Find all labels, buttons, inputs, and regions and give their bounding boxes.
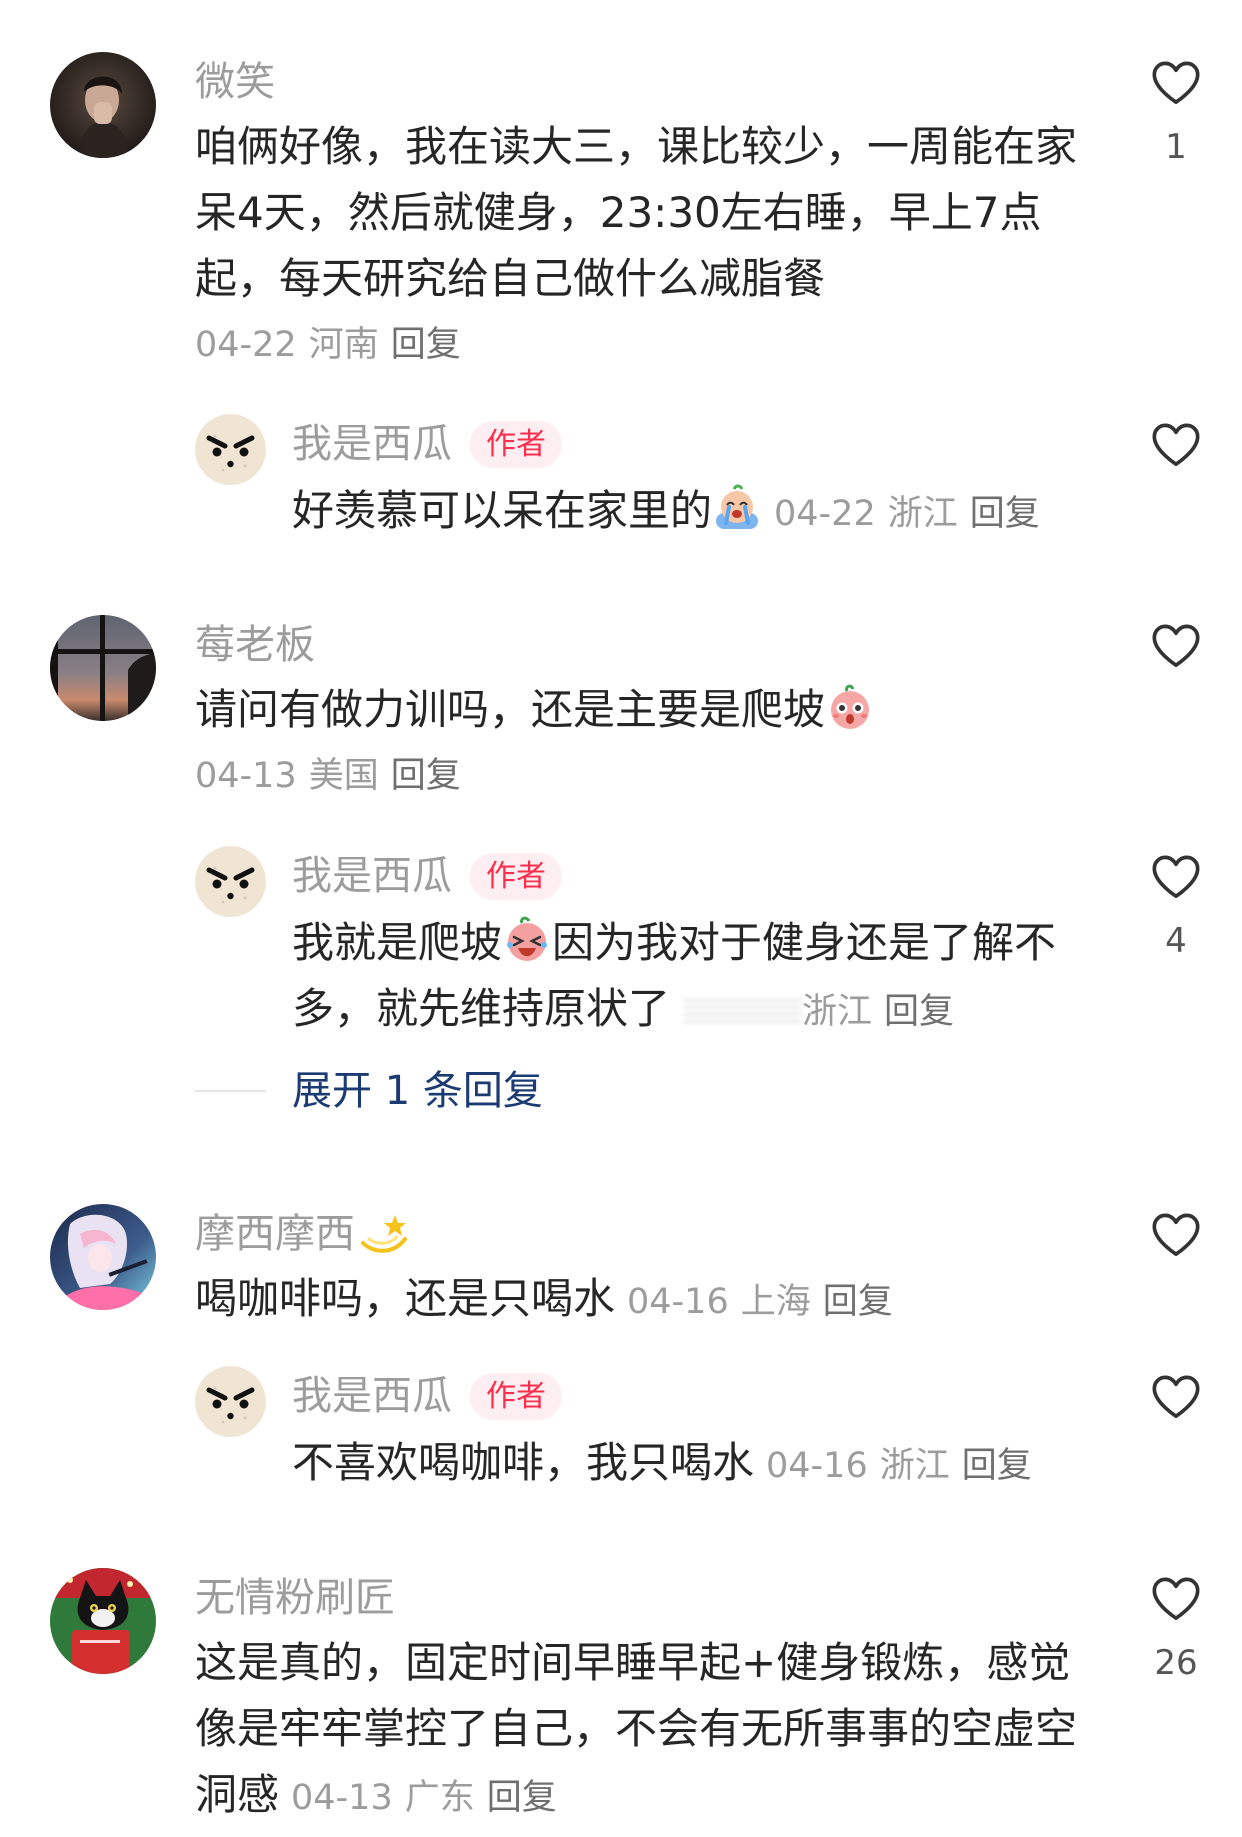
comment-text-line: 起，每天研究给自己做什么减脂餐 (195, 254, 826, 303)
reply-location: 浙江 (802, 992, 873, 1032)
reply-text-segment: 不喜欢喝咖啡，我只喝水 (292, 1438, 755, 1487)
reply-content: 我是西瓜 作者 好羡慕可以呆在家里的 04-22 浙江 回复 (292, 414, 1122, 544)
comment-text[interactable]: 咱俩好像，我在读大三，课比较少，一周能在家 呆4天，然后就健身，23:30左右睡… (195, 114, 1115, 378)
expand-replies-button[interactable]: 展开 1 条回复 (292, 1058, 543, 1124)
comment-text-line: 像是牢牢掌控了自己，不会有无所事事的空虚空 (195, 1704, 1078, 1753)
author-badge: 作者 (470, 420, 562, 468)
expand-replies-row: 展开 1 条回复 (0, 1058, 1242, 1124)
comment-author-name[interactable]: 无情粉刷匠 (195, 1568, 395, 1628)
reply-button[interactable]: 回复 (487, 1778, 557, 1818)
comment-text[interactable]: 请问有做力训吗，还是主要是爬坡 04-13 美国 回复 (195, 677, 1115, 809)
comment-author-name[interactable]: 摩西摩西 (195, 1204, 355, 1264)
reply-text-segment: 好羡慕可以呆在家里的 (292, 486, 713, 535)
comment-text-segment: 喝咖啡吗，还是只喝水 (195, 1274, 616, 1323)
reply-author-name[interactable]: 我是西瓜 (292, 846, 452, 906)
dizzy-star-icon (359, 1209, 409, 1259)
reply-text-line: 多，就先维持原状了 浙江 回复 (292, 976, 1122, 1042)
comment-meta: 04-22 河南 回复 (195, 312, 1115, 378)
comment-content: 微笑 咱俩好像，我在读大三，课比较少，一周能在家 呆4天，然后就健身，23:30… (195, 52, 1115, 378)
comment-text-segment: 请问有做力训吗，还是主要是爬坡 (195, 685, 826, 734)
reply-text[interactable]: 不喜欢喝咖啡，我只喝水 04-16 浙江 回复 (292, 1430, 1122, 1496)
comment-text-line: 呆4天，然后就健身，23:30左右睡，早上7点 (195, 188, 1042, 237)
heart-outline-icon[interactable] (1150, 1574, 1202, 1622)
like-count: 4 (1165, 921, 1187, 961)
author-avatar[interactable] (195, 414, 266, 485)
like-count: 1 (1165, 127, 1187, 167)
reply-text[interactable]: 好羡慕可以呆在家里的 04-22 浙江 回复 (292, 478, 1122, 544)
comment-content: 摩西摩西 喝咖啡吗，还是只喝水 04-16 上海 回复 (195, 1204, 1115, 1332)
reply-button[interactable]: 回复 (823, 1282, 893, 1322)
comment-text-line: 请问有做力训吗，还是主要是爬坡 (195, 677, 1115, 743)
reply-author-name[interactable]: 我是西瓜 (292, 414, 452, 474)
comment-location: 美国 (308, 756, 379, 796)
reply-text-segment: 我就是爬坡 (292, 918, 503, 967)
reply-date: 04-22 (774, 494, 876, 534)
comment-text-segment: 洞感 (195, 1770, 280, 1819)
author-avatar[interactable] (195, 846, 266, 917)
like-area (1124, 615, 1228, 669)
comment-text-line: 这是真的，固定时间早睡早起+健身锻炼，感觉 (195, 1638, 1071, 1687)
reply-button[interactable]: 回复 (391, 325, 461, 365)
comment-content: 无情粉刷匠 这是真的，固定时间早睡早起+健身锻炼，感觉 像是牢牢掌控了自己，不会… (195, 1568, 1115, 1828)
like-area (1124, 1204, 1228, 1258)
comment-location: 上海 (740, 1282, 811, 1322)
shocked-sticker-icon (825, 682, 875, 732)
reply-text-line: 我就是爬坡 因为我对于健身还是了解不 (292, 910, 1122, 976)
reply-button[interactable]: 回复 (884, 992, 954, 1032)
user-avatar[interactable] (50, 1568, 156, 1674)
comment-location: 河南 (308, 325, 379, 365)
heart-outline-icon[interactable] (1150, 58, 1202, 106)
heart-outline-icon[interactable] (1150, 1372, 1202, 1420)
expand-divider (195, 1090, 266, 1092)
reply-location: 浙江 (879, 1446, 950, 1486)
heart-outline-icon[interactable] (1150, 420, 1202, 468)
heart-outline-icon[interactable] (1150, 621, 1202, 669)
reply-text[interactable]: 我就是爬坡 因为我对于健身还是了解不 多，就先维持原状了 浙江 回复 (292, 910, 1122, 1042)
comment-date: 04-13 (291, 1778, 393, 1818)
crying-sticker-icon (712, 483, 762, 533)
reply-author-name[interactable]: 我是西瓜 (292, 1366, 452, 1426)
comment-text[interactable]: 喝咖啡吗，还是只喝水 04-16 上海 回复 (195, 1266, 1115, 1332)
comment-location: 广东 (404, 1778, 475, 1818)
comment-author-name[interactable]: 莓老板 (195, 615, 315, 675)
comment-date: 04-16 (627, 1282, 729, 1322)
like-area: 4 (1124, 846, 1228, 974)
reply-date: 04-16 (766, 1446, 868, 1486)
like-count: 26 (1154, 1643, 1198, 1683)
heart-outline-icon[interactable] (1150, 852, 1202, 900)
user-avatar[interactable] (50, 52, 156, 158)
like-area (1124, 414, 1228, 468)
comment-date: 04-13 (195, 756, 297, 796)
author-avatar[interactable] (195, 1366, 266, 1437)
like-area: 1 (1124, 52, 1228, 180)
comment-text[interactable]: 这是真的，固定时间早睡早起+健身锻炼，感觉 像是牢牢掌控了自己，不会有无所事事的… (195, 1630, 1115, 1828)
blurred-date (684, 999, 803, 1025)
laughing-sticker-icon (502, 915, 552, 965)
comment-meta: 04-13 美国 回复 (195, 743, 1115, 809)
comment-text-line: 咱俩好像，我在读大三，课比较少，一周能在家 (195, 122, 1078, 171)
comment-text-line: 喝咖啡吗，还是只喝水 04-16 上海 回复 (195, 1266, 1115, 1332)
reply-text-segment: 因为我对于健身还是了解不 (552, 918, 1057, 967)
author-badge: 作者 (470, 1372, 562, 1420)
like-area: 26 (1124, 1568, 1228, 1696)
like-area (1124, 1366, 1228, 1420)
reply-button[interactable]: 回复 (970, 494, 1040, 534)
author-badge: 作者 (470, 852, 562, 900)
user-avatar[interactable] (50, 1204, 156, 1310)
reply-content: 我是西瓜 作者 不喜欢喝咖啡，我只喝水 04-16 浙江 回复 (292, 1366, 1122, 1496)
user-avatar[interactable] (50, 615, 156, 721)
reply-content: 我是西瓜 作者 我就是爬坡 因为我对于健身还是了解不 多，就先维持原状了浙江回 (292, 846, 1122, 1042)
reply-button[interactable]: 回复 (962, 1446, 1032, 1486)
comment-date: 04-22 (195, 325, 297, 365)
comment-content: 莓老板 请问有做力训吗，还是主要是爬坡 04-13 美国 回复 (195, 615, 1115, 809)
heart-outline-icon[interactable] (1150, 1210, 1202, 1258)
reply-text-segment: 多，就先维持原状了 (292, 984, 671, 1033)
comment-author-name[interactable]: 微笑 (195, 52, 275, 112)
reply-button[interactable]: 回复 (391, 756, 461, 796)
comment-text-line: 洞感 04-13 广东 回复 (195, 1762, 1115, 1828)
reply-location: 浙江 (887, 494, 958, 534)
